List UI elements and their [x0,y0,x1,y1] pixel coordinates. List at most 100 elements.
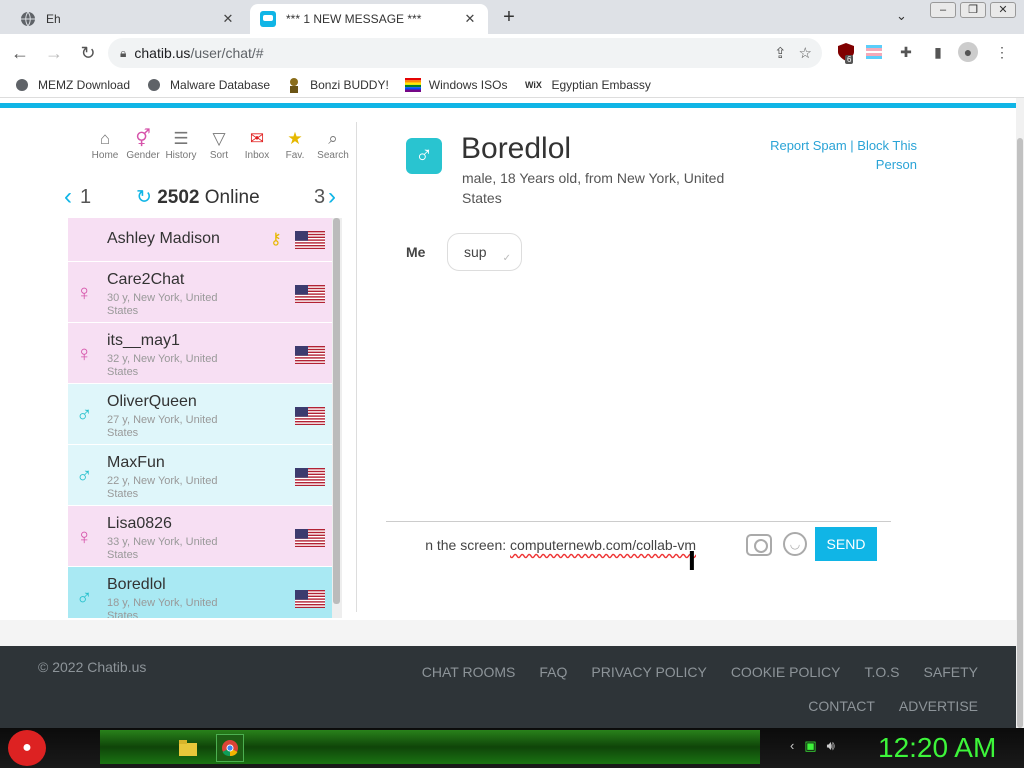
kebab-menu-icon[interactable]: ⋮ [992,42,1012,62]
footer-link-chat-rooms[interactable]: CHAT ROOMS [422,664,516,680]
user-meta: 33 y, New York, United States [107,536,218,561]
bookmark-star-icon[interactable]: ☆ [799,44,812,62]
close-tab-icon[interactable]: ✕ [220,11,236,27]
user-row[interactable]: Ashley Madison ⚷ [68,218,332,262]
tray-chevron-icon[interactable]: ‹ [790,738,794,754]
address-bar[interactable]: 🔒︎ chatib.us/user/chat/# ⇪ ☆ [108,38,822,68]
browser-tab-new-message[interactable]: *** 1 NEW MESSAGE *** ✕ [250,4,488,34]
next-page-number[interactable]: 3 [314,186,325,209]
rainbow-flag-icon [404,77,421,93]
clock[interactable]: 12:20 AM [878,732,996,764]
bookmarks-bar: MEMZ Download Malware Database Bonzi BUD… [0,72,1024,98]
us-flag-icon [295,590,325,608]
bookmark-malware-database[interactable]: Malware Database [146,77,270,93]
footer-link-privacy[interactable]: PRIVACY POLICY [591,664,706,680]
scrollbar-thumb[interactable] [333,218,340,604]
user-meta: 22 y, New York, United States [107,475,218,500]
scrollbar-thumb[interactable] [1017,138,1023,728]
message-input[interactable]: n the screen: computernewb.com/collab-vm [396,530,696,560]
bookmark-windows-isos[interactable]: Windows ISOs [404,77,507,93]
prev-page-number[interactable]: 1 [80,186,91,209]
user-row[interactable]: ♂ MaxFun 22 y, New York, United States [68,445,332,506]
side-panel-icon[interactable]: ▮ [928,42,948,62]
us-flag-icon [295,231,325,249]
gender-icon: ⚥ [135,129,151,148]
user-row[interactable]: ♀ Lisa0826 33 y, New York, United States [68,506,332,567]
forward-arrow-icon[interactable]: → [40,43,68,64]
tab-search-chevron-icon[interactable]: ⌄ [896,8,907,24]
volume-icon[interactable]: 🔊︎ [827,738,835,754]
home-icon: ⌂ [99,129,111,148]
bookmark-egyptian-embassy[interactable]: WiX Egyptian Embassy [523,77,651,93]
us-flag-icon [295,407,325,425]
maximize-icon[interactable]: ❐ [960,2,986,18]
footer-link-safety[interactable]: SAFETY [924,664,978,680]
back-arrow-icon[interactable]: ← [6,43,34,64]
user-name: Care2Chat [107,271,185,288]
start-angry-bird-icon[interactable]: ● [8,730,46,766]
footer-link-advertise[interactable]: ADVERTISE [899,698,978,714]
report-block-link[interactable]: Report Spam | Block This Person [760,136,917,174]
user-row-selected[interactable]: ♂ Boredlol 18 y, New York, United States [68,567,332,618]
menu-home[interactable]: ⌂ Home [86,128,124,161]
female-icon: ♀ [76,524,93,549]
user-row[interactable]: ♀ Care2Chat 30 y, New York, United State… [68,262,332,323]
us-flag-icon [295,285,325,303]
puzzle-extensions-icon[interactable]: ✚ [896,42,916,62]
copyright: © 2022 Chatib.us [38,659,147,675]
online-count: ↻ 2502 Online [136,186,260,208]
browser-tab-eh[interactable]: Eh ✕ [10,4,246,34]
refresh-icon[interactable]: ↻ [136,187,152,208]
bookmark-bonzi-buddy[interactable]: Bonzi BUDDY! [286,77,389,93]
send-button[interactable]: SEND [815,527,877,561]
share-icon[interactable]: ⇪ [774,44,787,62]
pride-flag-extension-icon[interactable] [864,42,884,62]
user-list-scrollbar[interactable] [332,218,342,618]
footer-spacer [0,620,1016,646]
chrome-icon[interactable] [216,734,244,762]
footer-link-tos[interactable]: T.O.S [865,664,900,680]
new-tab-plus-icon[interactable]: + [498,6,520,29]
profile-avatar-icon[interactable]: ● [958,42,978,62]
menu-sort[interactable]: ▽ Sort [200,128,238,161]
tab-title: Eh [46,12,61,26]
extension-badge: 6 [845,55,854,64]
close-tab-icon[interactable]: ✕ [462,11,478,27]
taskbar: ● ‹ ▣ 🔊︎ 12:20 AM [0,728,1024,768]
minimize-icon[interactable]: – [930,2,956,18]
close-window-icon[interactable]: ✕ [990,2,1016,18]
footer-link-faq[interactable]: FAQ [539,664,567,680]
prev-page-chevron-icon[interactable]: ‹ [64,183,72,211]
window-controls: – ❐ ✕ [930,0,1016,20]
male-icon: ♂ [76,402,93,427]
user-row[interactable]: ♂ OliverQueen 27 y, New York, United Sta… [68,384,332,445]
bookmark-memz[interactable]: MEMZ Download [14,77,130,93]
user-meta: 27 y, New York, United States [107,414,218,439]
menu-search[interactable]: ⌕ Search [314,128,352,161]
accent-bar [0,103,1016,108]
footer-links: CHAT ROOMS FAQ PRIVACY POLICY COOKIE POL… [346,664,978,732]
camera-icon[interactable] [746,534,772,556]
file-explorer-icon[interactable] [174,734,202,762]
footer-link-cookie[interactable]: COOKIE POLICY [731,664,841,680]
reload-icon[interactable]: ↻ [74,43,102,64]
user-name: Ashley Madison [107,230,220,247]
next-page-chevron-icon[interactable]: › [328,183,336,211]
menu-history[interactable]: ☰ History [162,128,200,161]
message-text: sup [464,244,487,260]
network-icon[interactable]: ▣ [804,738,816,754]
menu-gender[interactable]: ⚥ Gender [124,128,162,161]
conversation-meta: male, 18 Years old, from New York, Unite… [462,170,725,206]
composer-divider [386,521,891,522]
divider [356,122,357,612]
smiley-icon[interactable]: ◡ [783,532,807,556]
footer-link-contact[interactable]: CONTACT [808,698,875,714]
page-scrollbar[interactable] [1016,98,1024,728]
sender-label: Me [406,244,426,260]
menu-favorites[interactable]: ★ Fav. [276,128,314,161]
menu-inbox[interactable]: ✉ Inbox [238,128,276,161]
wix-icon: WiX [525,79,542,90]
user-row[interactable]: ♀ its__may1 32 y, New York, United State… [68,323,332,384]
us-flag-icon [295,468,325,486]
system-tray: ‹ ▣ 🔊︎ [790,738,835,754]
